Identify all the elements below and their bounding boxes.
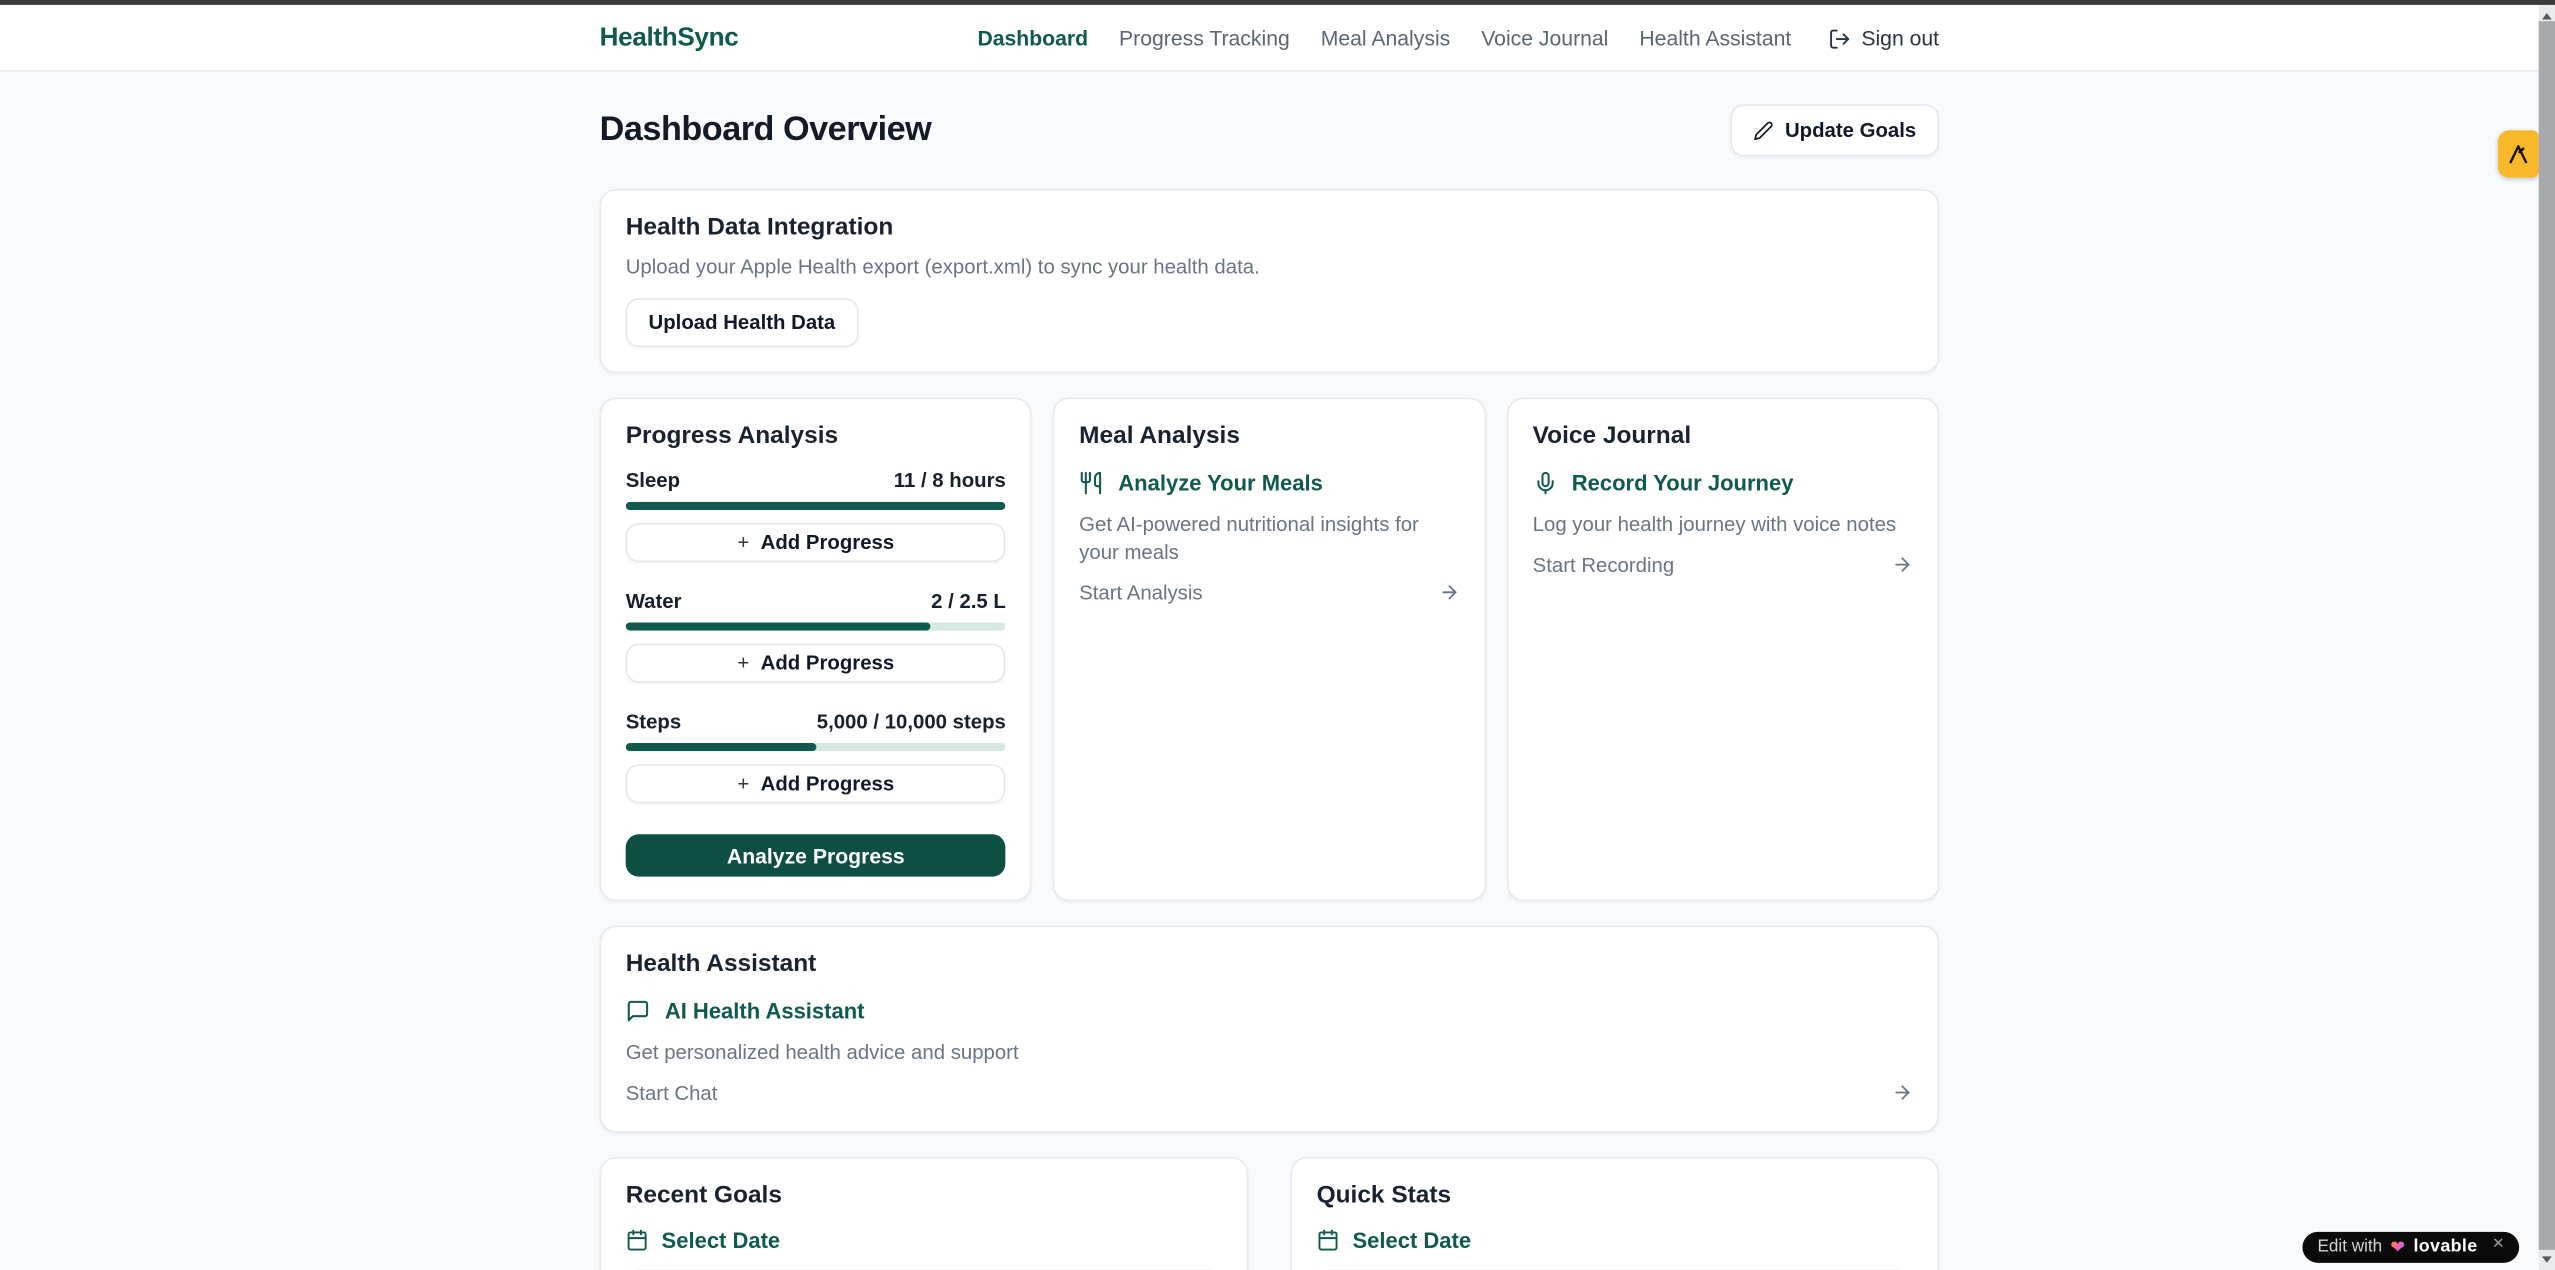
plus-icon: +: [737, 772, 749, 795]
scrollbar-thumb[interactable]: [2539, 21, 2555, 1249]
window-top-strip: [0, 0, 2555, 5]
sign-out-label: Sign out: [1861, 26, 1939, 50]
chat-bubble-icon: [626, 999, 650, 1023]
recent-goals-card: Recent Goals Select Date Today Yesterday…: [600, 1157, 1249, 1270]
nav-item-meal-analysis[interactable]: Meal Analysis: [1321, 26, 1451, 50]
nav-item-health-assistant[interactable]: Health Assistant: [1639, 26, 1791, 50]
vertical-scrollbar[interactable]: [2539, 0, 2555, 1270]
add-progress-steps-button[interactable]: + Add Progress: [626, 764, 1006, 803]
close-icon[interactable]: ✕: [2492, 1234, 2504, 1252]
goal-label-sleep: Sleep: [626, 469, 680, 492]
scrollbar-down-arrow[interactable]: [2539, 1249, 2555, 1270]
steps-progress-bar: [626, 743, 1006, 751]
meal-title: Meal Analysis: [1079, 422, 1459, 450]
plus-icon: +: [737, 531, 749, 554]
update-goals-label: Update Goals: [1785, 119, 1916, 142]
calendar-icon: [1317, 1229, 1340, 1252]
nav-item-dashboard[interactable]: Dashboard: [977, 26, 1088, 50]
goal-label-water: Water: [626, 590, 682, 613]
assistant-description: Get personalized health advice and suppo…: [626, 1040, 1913, 1067]
goal-label-steps: Steps: [626, 710, 681, 733]
assistant-title: Health Assistant: [626, 950, 1913, 978]
voice-journal-card: Voice Journal Record Your Journey Log yo…: [1507, 398, 1939, 902]
ai-health-assistant-link[interactable]: AI Health Assistant: [626, 999, 1913, 1023]
start-analysis-link[interactable]: Start Analysis: [1079, 581, 1459, 604]
badge-brand: lovable: [2413, 1237, 2477, 1257]
utensils-icon: [1079, 471, 1103, 495]
water-progress-bar: [626, 622, 1006, 630]
lovable-a-icon: [2506, 142, 2530, 166]
main-nav: Dashboard Progress Tracking Meal Analysi…: [977, 26, 1939, 50]
record-your-journey-link[interactable]: Record Your Journey: [1533, 471, 1913, 495]
arrow-right-icon: [1438, 582, 1459, 603]
heart-icon: ❤: [2390, 1236, 2405, 1257]
pencil-icon: [1753, 120, 1773, 140]
analyze-progress-button[interactable]: Analyze Progress: [626, 834, 1006, 876]
nav-item-voice-journal[interactable]: Voice Journal: [1481, 26, 1608, 50]
edit-with-lovable-badge[interactable]: Edit with ❤ lovable ✕: [2303, 1231, 2519, 1262]
integration-title: Health Data Integration: [626, 213, 1913, 241]
sign-out-button[interactable]: Sign out: [1829, 26, 1939, 50]
goal-value-water: 2 / 2.5 L: [931, 590, 1006, 613]
add-progress-sleep-button[interactable]: + Add Progress: [626, 523, 1006, 562]
page-title: Dashboard Overview: [600, 111, 932, 150]
integration-description: Upload your Apple Health export (export.…: [626, 256, 1913, 279]
mic-icon: [1533, 471, 1557, 495]
goal-value-sleep: 11 / 8 hours: [894, 469, 1006, 492]
start-chat-link[interactable]: Start Chat: [626, 1082, 1913, 1105]
arrow-right-icon: [1892, 1083, 1913, 1104]
quick-stats-card: Quick Stats Select Date Today Yesterday …: [1291, 1157, 1940, 1270]
badge-prefix: Edit with: [2317, 1237, 2382, 1257]
voice-title: Voice Journal: [1533, 422, 1913, 450]
progress-title: Progress Analysis: [626, 422, 1006, 450]
goal-value-steps: 5,000 / 10,000 steps: [817, 710, 1006, 733]
voice-description: Log your health journey with voice notes: [1533, 512, 1913, 539]
brand-logo[interactable]: HealthSync: [600, 24, 739, 53]
arrow-right-icon: [1892, 555, 1913, 576]
upload-health-data-button[interactable]: Upload Health Data: [626, 298, 858, 347]
analyze-your-meals-link[interactable]: Analyze Your Meals: [1079, 471, 1459, 495]
recent-goals-select-date[interactable]: Select Date: [626, 1228, 1222, 1252]
start-recording-link[interactable]: Start Recording: [1533, 554, 1913, 577]
logout-icon: [1829, 27, 1852, 50]
quick-stats-title: Quick Stats: [1317, 1181, 1913, 1209]
health-assistant-card: Health Assistant AI Health Assistant Get…: [600, 926, 1939, 1133]
plus-icon: +: [737, 652, 749, 675]
update-goals-button[interactable]: Update Goals: [1730, 104, 1939, 156]
health-data-integration-card: Health Data Integration Upload your Appl…: [600, 189, 1939, 373]
sleep-progress-bar: [626, 502, 1006, 510]
lovable-floating-button[interactable]: [2498, 130, 2539, 177]
meal-analysis-card: Meal Analysis Analyze Your Meals Get AI-…: [1053, 398, 1485, 902]
top-navigation-bar: HealthSync Dashboard Progress Tracking M…: [0, 0, 2539, 72]
quick-stats-select-date[interactable]: Select Date: [1317, 1228, 1913, 1252]
add-progress-water-button[interactable]: + Add Progress: [626, 644, 1006, 683]
calendar-icon: [626, 1229, 649, 1252]
recent-goals-title: Recent Goals: [626, 1181, 1222, 1209]
app-viewport: HealthSync Dashboard Progress Tracking M…: [0, 0, 2555, 1270]
progress-analysis-card: Progress Analysis Sleep 11 / 8 hours + A…: [600, 398, 1032, 902]
meal-description: Get AI-powered nutritional insights for …: [1079, 512, 1459, 567]
nav-item-progress-tracking[interactable]: Progress Tracking: [1119, 26, 1290, 50]
